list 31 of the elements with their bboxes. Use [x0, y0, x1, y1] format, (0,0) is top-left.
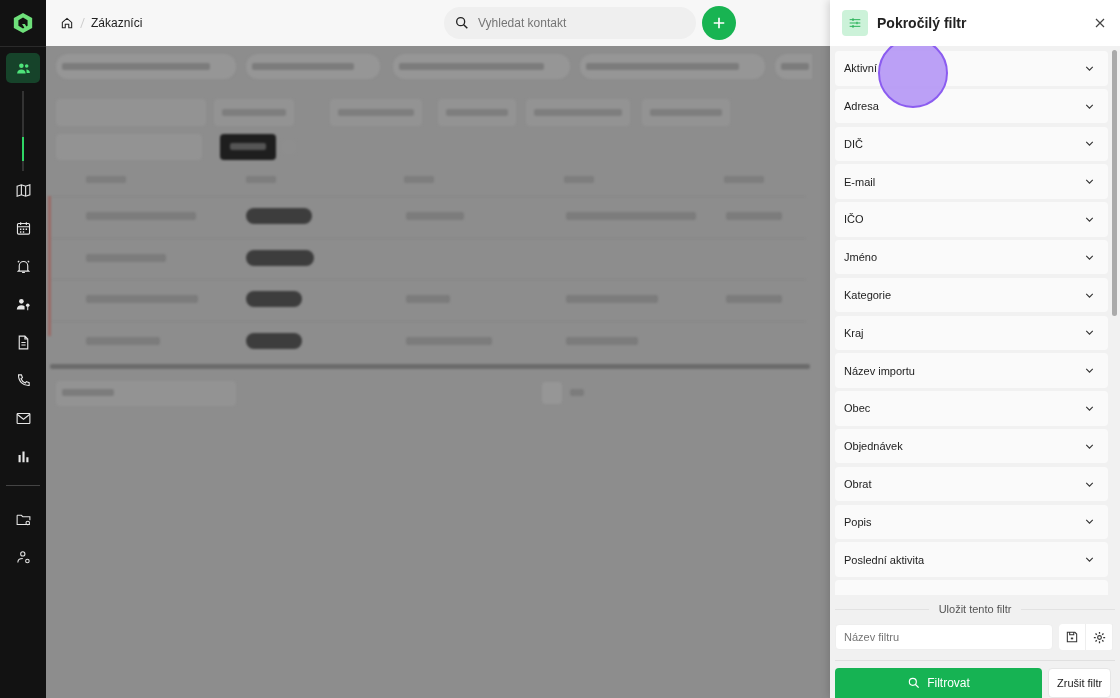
filter-accordion[interactable]: Jméno — [835, 240, 1108, 275]
logo-icon — [12, 12, 34, 34]
breadcrumb-current: Zákazníci — [91, 16, 143, 30]
filter-accordion[interactable]: IČO — [835, 202, 1108, 237]
search-field[interactable]: Vyhledat kontakt — [444, 7, 696, 39]
calendar-icon — [14, 219, 32, 237]
filter-accordion[interactable]: Obrat — [835, 466, 1108, 502]
filter-accordion[interactable]: Kategorie — [835, 277, 1108, 313]
filter-accordion[interactable]: Poslední aktivita — [835, 542, 1108, 577]
home-icon[interactable] — [60, 16, 74, 30]
cancel-filter-button[interactable]: Zrušit filtr — [1048, 668, 1112, 698]
filter-sliders-icon — [842, 10, 868, 36]
panel-title: Pokročilý filtr — [877, 15, 968, 31]
save-filter-label: Uložit tento filtr — [938, 603, 1012, 615]
filter-accordion[interactable]: Název importu — [835, 353, 1108, 388]
filter-accordion[interactable]: E-mail — [835, 164, 1108, 199]
floppy-disk-icon — [1065, 630, 1079, 644]
filter-accordion[interactable]: Popis — [835, 504, 1108, 540]
filter-name-field[interactable]: Název filtru — [835, 624, 1053, 650]
filter-accordion[interactable]: Kraj — [835, 315, 1108, 351]
map-icon — [14, 181, 32, 199]
add-button[interactable] — [702, 6, 736, 40]
filter-accordion[interactable]: Adresa — [835, 88, 1108, 124]
filter-accordion[interactable]: Objednávek — [835, 428, 1108, 464]
settings-icon — [1091, 629, 1107, 645]
scrollbar[interactable] — [1112, 50, 1117, 316]
search-icon — [907, 676, 922, 690]
user-gear-icon — [14, 548, 32, 566]
filter-accordion[interactable]: Obec — [835, 391, 1108, 426]
filter-accordion[interactable]: DIČ — [835, 126, 1108, 162]
nav-item[interactable] — [6, 53, 40, 83]
